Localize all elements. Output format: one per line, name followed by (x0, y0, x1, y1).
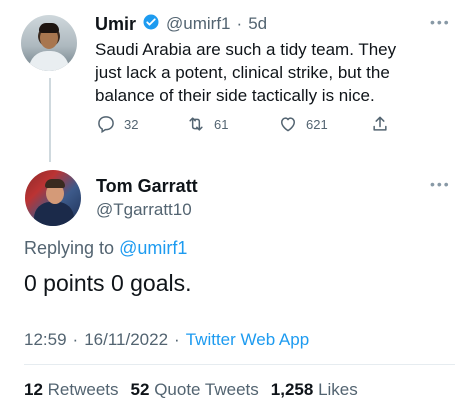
share-icon (370, 114, 390, 134)
like-count: 621 (306, 116, 328, 132)
quote-tweets-stat[interactable]: 52 Quote Tweets (131, 380, 259, 400)
meta-separator: · (72, 330, 79, 349)
parent-text-line: just lack a potent, clinical strike, but… (95, 63, 390, 82)
stats-divider (24, 364, 455, 365)
avatar-hair (39, 23, 59, 33)
main-tweet-text: 0 points 0 goals. (24, 270, 192, 296)
quotes-count: 52 (130, 380, 150, 399)
retweets-count: 12 (24, 380, 43, 399)
reply-count: 32 (124, 116, 139, 132)
reply-icon (96, 114, 116, 134)
replying-to-line: Replying to @umirf1 (24, 238, 187, 259)
parent-header: Umir @umirf1 · 5d (95, 12, 267, 36)
main-author-name[interactable]: Tom Garratt (96, 176, 198, 197)
reply-action[interactable]: 32 (96, 114, 138, 134)
quotes-label: Quote Tweets (154, 380, 259, 399)
verified-badge-icon (142, 13, 160, 36)
parent-more-icon[interactable]: ••• (430, 14, 451, 30)
likes-label: Likes (318, 380, 358, 399)
tweet-source-link[interactable]: Twitter Web App (186, 330, 309, 350)
retweets-label: Retweets (47, 380, 119, 399)
like-icon (278, 114, 298, 134)
avatar-hair (45, 179, 65, 188)
retweet-count: 61 (214, 116, 229, 132)
engagement-stats: 12 Retweets 52 Quote Tweets 1,258 Likes (24, 380, 358, 400)
tweet-date[interactable]: 16/11/2022 (84, 330, 168, 350)
thread-connector-line (49, 78, 51, 162)
avatar-umir[interactable] (21, 15, 77, 71)
avatar-body (34, 202, 74, 226)
replying-to-prefix: Replying to (24, 238, 115, 258)
retweet-action[interactable]: 61 (186, 114, 228, 134)
parent-text-line: Saudi Arabia are such a tidy team. They (95, 40, 397, 59)
replying-to-handle-link[interactable]: @umirf1 (119, 238, 187, 258)
avatar-tom-garratt[interactable] (25, 170, 81, 226)
likes-stat[interactable]: 1,258 Likes (271, 380, 358, 400)
share-action[interactable] (370, 114, 390, 134)
likes-count: 1,258 (270, 380, 314, 399)
tweet-meta: 12:59 · 16/11/2022 · Twitter Web App (24, 330, 309, 350)
meta-separator: · (174, 330, 180, 349)
parent-age[interactable]: 5d (248, 14, 267, 34)
parent-tweet-text: Saudi Arabia are such a tidy team. They … (95, 38, 465, 107)
tweet-time[interactable]: 12:59 (24, 330, 67, 350)
main-handle[interactable]: @Tgarratt10 (96, 200, 192, 220)
parent-separator: · (236, 14, 243, 33)
parent-text-line: balance of their side tactically is nice… (95, 86, 375, 105)
parent-handle[interactable]: @umirf1 (166, 14, 231, 34)
avatar-shirt (29, 51, 69, 71)
like-action[interactable]: 621 (278, 114, 328, 134)
main-more-icon[interactable]: ••• (430, 176, 451, 192)
retweets-stat[interactable]: 12 Retweets (24, 380, 119, 400)
parent-author-name[interactable]: Umir (95, 14, 136, 35)
retweet-icon (186, 114, 206, 134)
